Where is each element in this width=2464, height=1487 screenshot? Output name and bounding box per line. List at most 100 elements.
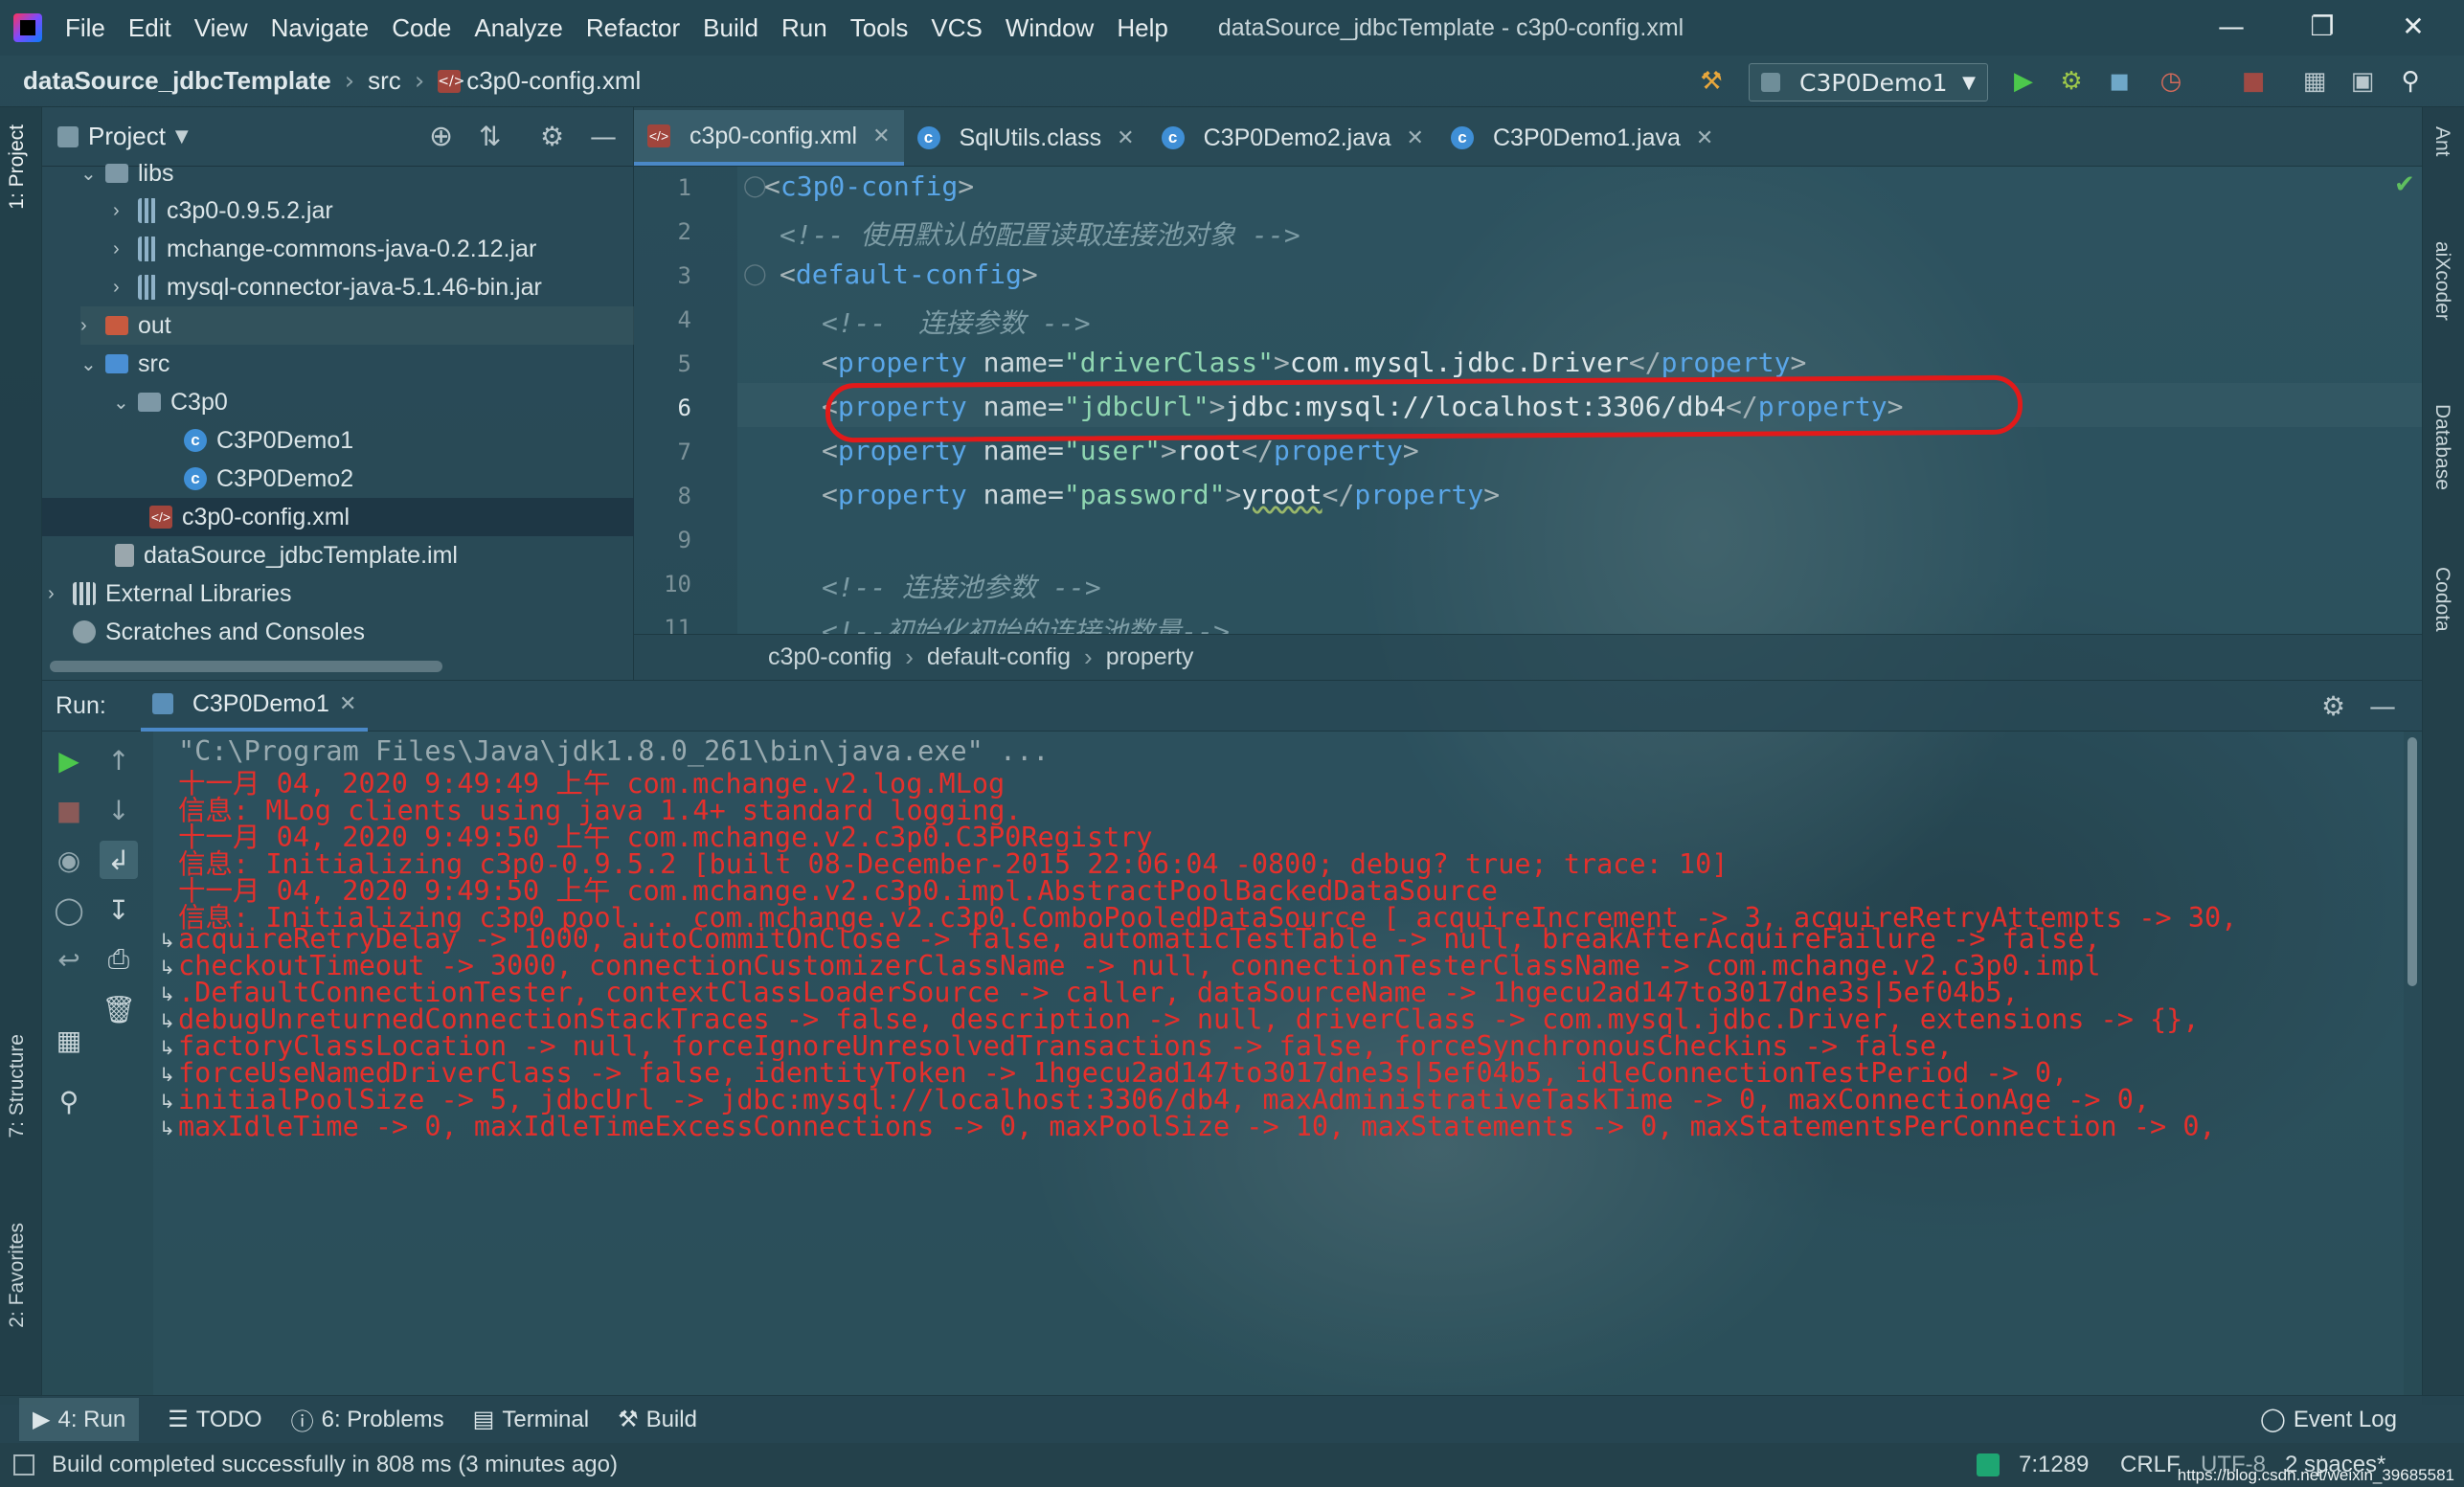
tab-sqlutils-class[interactable]: c SqlUtils.class ✕ xyxy=(904,110,1148,166)
menu-refactor[interactable]: Refactor xyxy=(586,13,680,43)
tree-item-c3p0demo2[interactable]: c C3P0Demo2 xyxy=(184,460,353,498)
tree-item-mchange-jar[interactable]: › mchange-commons-java-0.2.12.jar xyxy=(113,230,536,268)
breadcrumb-default-config[interactable]: default-config xyxy=(927,643,1071,671)
tree-item-src[interactable]: ⌄ src xyxy=(80,345,170,383)
exit-icon[interactable]: ↩ xyxy=(50,940,88,979)
menu-view[interactable]: View xyxy=(194,13,248,43)
close-icon[interactable]: ✕ xyxy=(1407,125,1424,150)
menu-analyze[interactable]: Analyze xyxy=(474,13,563,43)
down-arrow-icon[interactable]: ↓ xyxy=(100,791,138,829)
menu-file[interactable]: File xyxy=(65,13,105,43)
tree-item-iml[interactable]: dataSource_jdbcTemplate.iml xyxy=(115,536,458,575)
tab-c3p0demo1-java[interactable]: c C3P0Demo1.java ✕ xyxy=(1437,110,1727,166)
menu-tools[interactable]: Tools xyxy=(850,13,909,43)
menu-navigate[interactable]: Navigate xyxy=(271,13,370,43)
menu-code[interactable]: Code xyxy=(392,13,451,43)
search-icon[interactable]: ⚲ xyxy=(2394,65,2427,98)
inspection-ok-icon[interactable]: ✔ xyxy=(2394,170,2415,199)
console-scroll-thumb[interactable] xyxy=(2407,737,2417,986)
tool-tab-terminal[interactable]: ▤ Terminal xyxy=(473,1406,589,1433)
menu-build[interactable]: Build xyxy=(703,13,758,43)
close-icon[interactable]: ✕ xyxy=(339,692,356,716)
maximize-button[interactable]: ❐ xyxy=(2294,6,2351,48)
tool-tab-build[interactable]: ⚒ Build xyxy=(618,1406,697,1433)
menu-help[interactable]: Help xyxy=(1117,13,1167,43)
close-icon[interactable]: ✕ xyxy=(872,124,890,148)
pin-icon[interactable]: ⚲ xyxy=(50,1082,88,1120)
tree-item-scratches[interactable]: Scratches and Consoles xyxy=(73,613,365,651)
run-icon[interactable]: ▶ xyxy=(2007,65,2040,98)
profile-icon[interactable]: ◷ xyxy=(2155,65,2187,98)
tree-item-c3p0-config-xml[interactable]: </> c3p0-config.xml xyxy=(42,498,634,536)
stop-icon[interactable]: ■ xyxy=(2237,65,2270,98)
build-hammer-icon[interactable]: ⚒ xyxy=(1695,65,1728,98)
tool-tab-run[interactable]: ▶ 4: Run xyxy=(19,1398,140,1441)
codota-status-icon[interactable] xyxy=(1977,1453,2000,1476)
wrap-continuation-icon: ↳ xyxy=(159,1009,175,1032)
trash-icon[interactable]: 🗑 xyxy=(100,990,138,1028)
breadcrumb-property[interactable]: property xyxy=(1106,643,1194,671)
breadcrumb-c3p0-config[interactable]: c3p0-config xyxy=(768,643,892,671)
run-configuration-select[interactable]: C3P0Demo1 ▼ xyxy=(1749,63,1988,101)
tree-item-out[interactable]: › out xyxy=(80,306,634,345)
menu-vcs[interactable]: VCS xyxy=(931,13,982,43)
layout-grid-icon[interactable]: ▦ xyxy=(50,1021,88,1059)
tool-tab-todo[interactable]: ☰ TODO xyxy=(168,1406,261,1433)
breadcrumb-src[interactable]: src xyxy=(368,66,401,96)
horizontal-scrollbar[interactable] xyxy=(50,661,442,672)
tree-item-label: C3p0 xyxy=(170,388,228,416)
tool-window-toggle-icon[interactable] xyxy=(13,1454,34,1476)
menu-run[interactable]: Run xyxy=(781,13,827,43)
tool-tab-event-log[interactable]: ◯ Event Log xyxy=(2260,1406,2397,1433)
gear-icon[interactable]: ⚙ xyxy=(2321,690,2345,722)
gear-icon[interactable]: ⚙ xyxy=(540,121,564,152)
console-output[interactable]: "C:\Program Files\Java\jdk1.8.0_261\bin\… xyxy=(153,732,2404,1395)
line-separator[interactable]: CRLF xyxy=(2120,1452,2181,1478)
status-message[interactable]: Build completed successfully in 808 ms (… xyxy=(52,1452,618,1478)
chevron-down-icon[interactable]: ▼ xyxy=(175,126,189,146)
aixcoder-tool-tab[interactable]: aiXcoder xyxy=(2430,241,2453,321)
caret-position[interactable]: 7:1289 xyxy=(2019,1452,2089,1478)
breadcrumb-file[interactable]: c3p0-config.xml xyxy=(466,66,641,96)
stop-icon[interactable]: ■ xyxy=(50,791,88,829)
layout-icon[interactable]: ▣ xyxy=(2346,65,2379,98)
project-tool-tab[interactable]: 1: Project xyxy=(6,124,29,210)
project-structure-icon[interactable]: ▦ xyxy=(2298,65,2331,98)
structure-tool-tab[interactable]: 7: Structure xyxy=(6,1034,29,1138)
debug-icon[interactable]: ⚙ xyxy=(2055,65,2088,98)
minimize-button[interactable]: — xyxy=(2203,6,2260,48)
scroll-to-end-icon[interactable]: ↧ xyxy=(100,890,138,929)
hide-panel-icon[interactable]: — xyxy=(2369,690,2396,722)
rerun-icon[interactable]: ▶ xyxy=(50,741,88,779)
tree-item-c3p0demo1[interactable]: c C3P0Demo1 xyxy=(184,421,353,460)
tree-item-mysql-jar[interactable]: › mysql-connector-java-5.1.46-bin.jar xyxy=(113,268,542,306)
tab-c3p0-config-xml[interactable]: </> c3p0-config.xml ✕ xyxy=(634,110,904,166)
soft-wrap-icon[interactable]: ↲ xyxy=(100,841,138,879)
print-icon[interactable]: ⎙ xyxy=(100,940,138,979)
tree-item-c3p0-package[interactable]: ⌄ C3p0 xyxy=(113,383,228,421)
tab-c3p0demo2-java[interactable]: c C3P0Demo2.java ✕ xyxy=(1148,110,1437,166)
menu-window[interactable]: Window xyxy=(1006,13,1094,43)
tree-item-c3p0-jar[interactable]: › c3p0-0.9.5.2.jar xyxy=(113,192,333,230)
tree-item-libs[interactable]: ⌄ libs xyxy=(80,159,174,188)
database-tool-tab[interactable]: Database xyxy=(2430,404,2453,490)
up-arrow-icon[interactable]: ↑ xyxy=(100,741,138,779)
locate-icon[interactable]: ⊕ xyxy=(429,120,453,153)
menu-edit[interactable]: Edit xyxy=(128,13,171,43)
camera-icon[interactable]: ◉ xyxy=(50,841,88,879)
hide-panel-icon[interactable]: — xyxy=(590,121,617,152)
breadcrumb-project[interactable]: dataSource_jdbcTemplate xyxy=(23,66,331,96)
tool-tab-problems[interactable]: ⓘ 6: Problems xyxy=(291,1403,444,1436)
run-tab-c3p0demo1[interactable]: C3P0Demo1 ✕ xyxy=(140,680,369,732)
close-icon[interactable]: ✕ xyxy=(1117,125,1134,150)
favorites-tool-tab[interactable]: 2: Favorites xyxy=(6,1223,29,1328)
collapse-all-icon[interactable]: ⇅ xyxy=(479,121,501,152)
tree-item-external-libraries[interactable]: › External Libraries xyxy=(48,575,292,613)
close-icon[interactable]: ✕ xyxy=(1696,125,1713,150)
ant-tool-tab[interactable]: Ant xyxy=(2430,126,2453,157)
close-window-button[interactable]: ✕ xyxy=(2385,6,2442,48)
coverage-icon[interactable]: ◼ xyxy=(2103,65,2136,98)
restore-layout-icon[interactable]: ◯ xyxy=(50,890,88,929)
codota-tool-tab[interactable]: Codota xyxy=(2430,567,2453,632)
project-panel-title[interactable]: Project xyxy=(88,122,166,151)
